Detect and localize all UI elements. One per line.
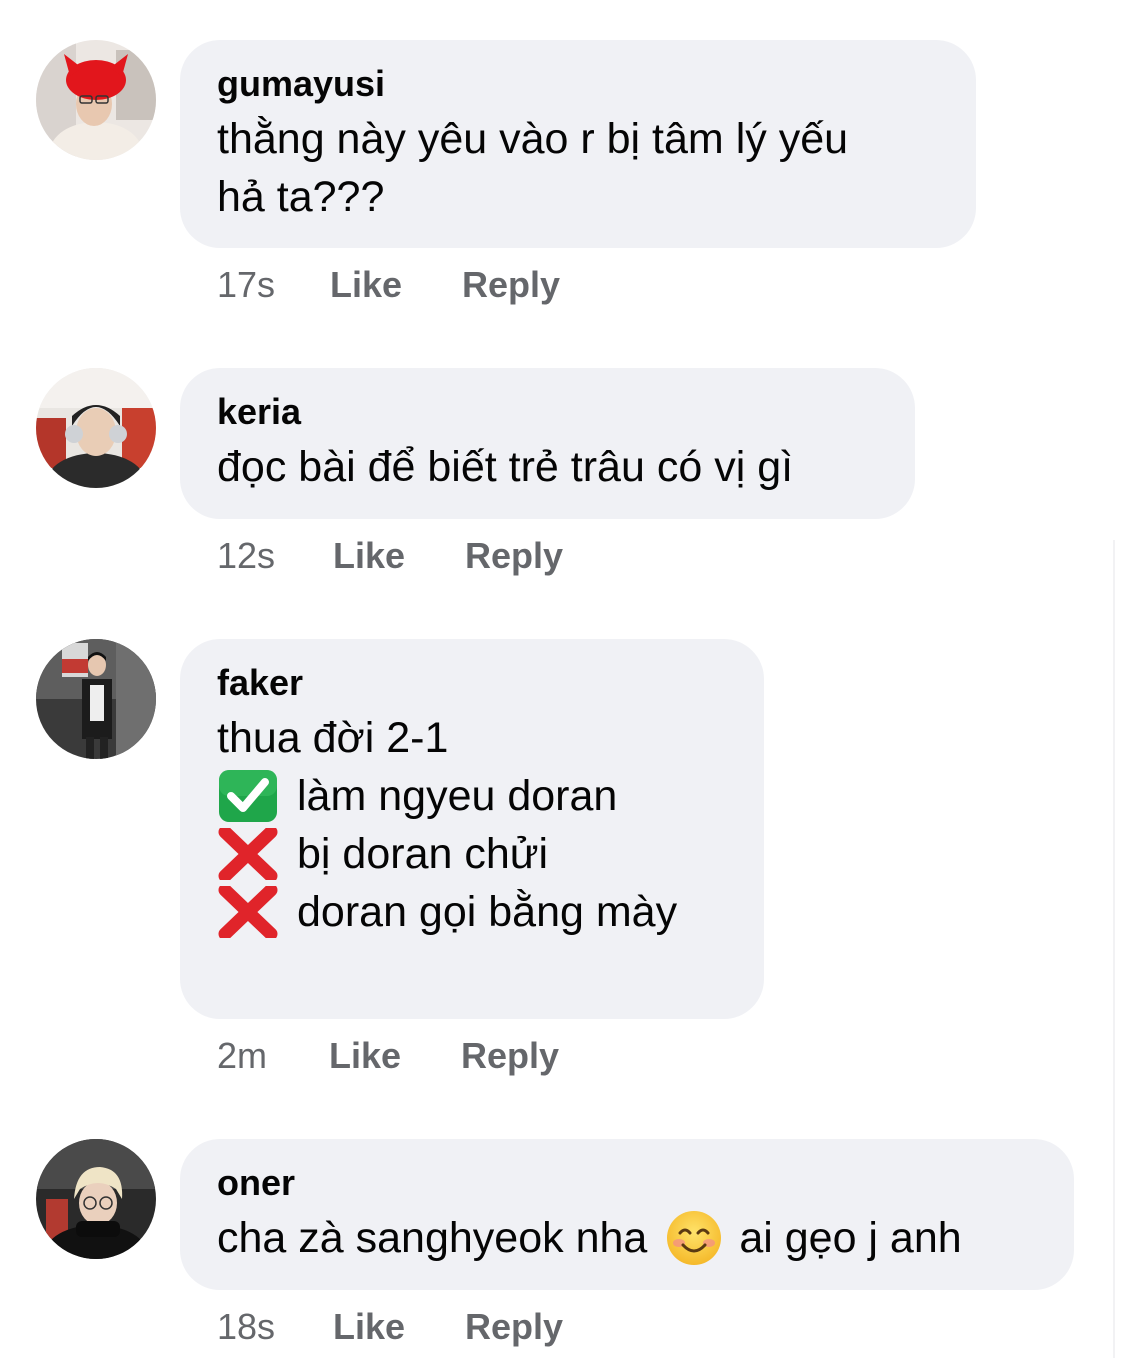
comment-text: thua đời 2-1 làm ngyeu doran bị doran ch… — [217, 709, 726, 941]
comment-bubble: oner cha zà sanghyeok nha ai gẹo j anh — [180, 1139, 1074, 1290]
comment-bubble: gumayusi thằng này yêu vào r bị tâm lý y… — [180, 40, 976, 248]
comment-actions: 17s Like Reply — [217, 263, 560, 307]
comment-line: thua đời 2-1 — [217, 709, 726, 767]
comment-actions: 18s Like Reply — [217, 1305, 563, 1349]
avatar[interactable] — [36, 639, 156, 759]
comment-author[interactable]: faker — [217, 661, 726, 705]
comment-bubble: faker thua đời 2-1 làm ngyeu doran bị do… — [180, 639, 764, 1019]
smiling-face-emoji-icon — [665, 1209, 723, 1267]
comment-bubble: keria đọc bài để biết trẻ trâu có vị gì — [180, 368, 915, 519]
comment-line: đọc bài để biết trẻ trâu có vị gì — [217, 443, 794, 491]
comment-line-text: cha zà sanghyeok nha — [217, 1214, 648, 1262]
comment-line: bị doran chửi — [217, 825, 726, 883]
comment-author[interactable]: keria — [217, 390, 877, 434]
comment-timestamp[interactable]: 17s — [217, 263, 330, 307]
avatar[interactable] — [36, 368, 156, 488]
like-button[interactable]: Like — [329, 1034, 461, 1078]
avatar[interactable] — [36, 40, 156, 160]
comment-timestamp[interactable]: 2m — [217, 1034, 329, 1078]
reply-button[interactable]: Reply — [465, 534, 563, 578]
scroll-edge — [1113, 540, 1115, 1358]
comment-actions: 12s Like Reply — [217, 534, 563, 578]
check-mark-emoji-icon — [217, 770, 279, 822]
comment-actions: 2m Like Reply — [217, 1034, 559, 1078]
like-button[interactable]: Like — [330, 263, 462, 307]
comment-line: làm ngyeu doran — [217, 767, 726, 825]
comment-line: thằng này yêu vào r bị tâm lý yếu — [217, 115, 849, 163]
cross-mark-emoji-icon — [217, 828, 279, 880]
comment-timestamp[interactable]: 18s — [217, 1305, 333, 1349]
avatar[interactable] — [36, 1139, 156, 1259]
reply-button[interactable]: Reply — [461, 1034, 559, 1078]
comment-author[interactable]: gumayusi — [217, 62, 938, 106]
like-button[interactable]: Like — [333, 534, 465, 578]
comment-line: cha zà sanghyeok nha ai gẹo j anh — [217, 1209, 1036, 1267]
comment-text: cha zà sanghyeok nha ai gẹo j anh — [217, 1209, 1036, 1267]
comment-line: doran gọi bằng mày — [217, 883, 726, 941]
comment-text: thằng này yêu vào r bị tâm lý yếu hả ta?… — [217, 110, 938, 226]
comment-line-text: bị doran chửi — [297, 830, 549, 878]
reply-button[interactable]: Reply — [465, 1305, 563, 1349]
comment-author[interactable]: oner — [217, 1161, 1036, 1205]
comment-line-text: làm ngyeu doran — [297, 772, 618, 820]
comment-line-text: doran gọi bằng mày — [297, 888, 678, 936]
cross-mark-emoji-icon — [217, 886, 279, 938]
comment-line-text: thua đời 2-1 — [217, 714, 449, 762]
like-button[interactable]: Like — [333, 1305, 465, 1349]
comment-line-text: ai gẹo j anh — [739, 1214, 962, 1262]
comment-line: hả ta??? — [217, 173, 385, 221]
reply-button[interactable]: Reply — [462, 263, 560, 307]
comment-timestamp[interactable]: 12s — [217, 534, 333, 578]
comment-text: đọc bài để biết trẻ trâu có vị gì — [217, 438, 877, 496]
